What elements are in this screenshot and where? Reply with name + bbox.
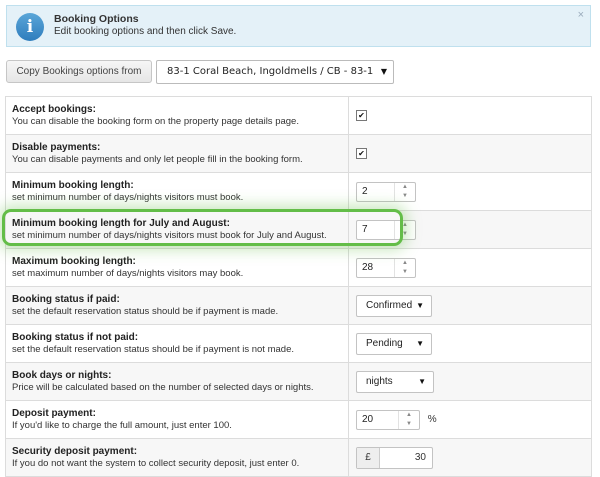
row-security-deposit: Security deposit payment: If you do not …	[5, 438, 592, 477]
max-length-stepper[interactable]: 28 ▲ ▼	[356, 257, 416, 278]
option-title: Booking status if not paid:	[12, 331, 139, 343]
row-status-if-paid: Booking status if paid: set the default …	[5, 286, 592, 325]
increment-icon[interactable]: ▲	[395, 221, 415, 230]
deposit-stepper[interactable]: 20 ▲ ▼	[356, 409, 420, 430]
property-select[interactable]: 83-1 Coral Beach, Ingoldmells / CB - 83-…	[156, 60, 394, 84]
option-description: You can disable payments and only let pe…	[12, 153, 303, 165]
decrement-icon[interactable]: ▼	[395, 230, 415, 239]
row-min-booking-length: Minimum booking length: set minimum numb…	[5, 172, 592, 211]
currency-symbol: £	[357, 447, 380, 468]
increment-icon[interactable]: ▲	[399, 411, 419, 420]
row-deposit-payment: Deposit payment: If you'd like to charge…	[5, 400, 592, 439]
increment-icon[interactable]: ▲	[395, 259, 415, 268]
option-description: If you'd like to charge the full amount,…	[12, 419, 232, 431]
security-deposit-input[interactable]: £ 30	[356, 446, 433, 469]
chevron-down-icon: ▼	[416, 338, 424, 348]
min-length-july-august-value[interactable]: 7	[357, 221, 394, 239]
chevron-down-icon: ▼	[380, 67, 387, 76]
increment-icon[interactable]: ▲	[395, 183, 415, 192]
row-min-length-july-august: Minimum booking length for July and Augu…	[5, 210, 592, 249]
row-status-if-not-paid: Booking status if not paid: set the defa…	[5, 324, 592, 363]
option-description: set maximum number of days/nights visito…	[12, 267, 244, 279]
chevron-down-icon: ▼	[416, 300, 424, 310]
option-title: Minimum booking length:	[12, 179, 134, 191]
days-or-nights-select[interactable]: nights ▼	[356, 370, 434, 393]
option-description: You can disable the booking form on the …	[12, 115, 299, 127]
option-title: Security deposit payment:	[12, 445, 138, 457]
row-disable-payments: Disable payments: You can disable paymen…	[5, 134, 592, 173]
row-max-booking-length: Maximum booking length: set maximum numb…	[5, 248, 592, 287]
status-if-paid-select[interactable]: Confirmed ▼	[356, 294, 432, 317]
min-length-july-august-stepper[interactable]: 7 ▲ ▼	[356, 219, 416, 240]
min-length-value[interactable]: 2	[357, 183, 394, 201]
security-deposit-value[interactable]: 30	[380, 448, 432, 468]
option-title: Deposit payment:	[12, 407, 96, 419]
option-description: Price will be calculated based on the nu…	[12, 381, 314, 393]
decrement-icon[interactable]: ▼	[395, 192, 415, 201]
decrement-icon[interactable]: ▼	[395, 268, 415, 277]
property-select-value: 83-1 Coral Beach, Ingoldmells / CB - 83-…	[167, 66, 374, 77]
info-banner: i Booking Options Edit booking options a…	[6, 5, 591, 47]
banner-title: Booking Options	[54, 13, 139, 25]
option-title: Accept bookings:	[12, 103, 96, 115]
option-title: Minimum booking length for July and Augu…	[12, 217, 230, 229]
percent-unit: %	[427, 414, 437, 425]
booking-options-table: Accept bookings: You can disable the boo…	[5, 96, 592, 477]
option-description: set minimum number of days/nights visito…	[12, 191, 244, 203]
close-icon[interactable]: ×	[578, 9, 584, 21]
option-description: If you do not want the system to collect…	[12, 457, 300, 469]
option-title: Disable payments:	[12, 141, 101, 153]
decrement-icon[interactable]: ▼	[399, 420, 419, 429]
banner-text: Edit booking options and then click Save…	[54, 26, 237, 37]
accept-bookings-checkbox[interactable]: ✔	[356, 110, 367, 121]
max-length-value[interactable]: 28	[357, 259, 394, 277]
disable-payments-checkbox[interactable]: ✔	[356, 148, 367, 159]
info-icon: i	[16, 13, 44, 41]
deposit-value[interactable]: 20	[357, 411, 398, 429]
option-title: Booking status if paid:	[12, 293, 120, 305]
option-description: set minimum number of days/nights visito…	[12, 229, 327, 241]
min-length-stepper[interactable]: 2 ▲ ▼	[356, 181, 416, 202]
option-title: Maximum booking length:	[12, 255, 136, 267]
days-or-nights-value: nights	[366, 375, 393, 387]
status-if-not-paid-value: Pending	[366, 337, 403, 349]
row-accept-bookings: Accept bookings: You can disable the boo…	[5, 96, 592, 135]
status-if-paid-value: Confirmed	[366, 299, 413, 311]
status-if-not-paid-select[interactable]: Pending ▼	[356, 332, 432, 355]
option-title: Book days or nights:	[12, 369, 112, 381]
copy-options-button[interactable]: Copy Bookings options from	[6, 60, 152, 83]
option-description: set the default reservation status shoul…	[12, 343, 294, 355]
chevron-down-icon: ▼	[418, 376, 426, 386]
option-description: set the default reservation status shoul…	[12, 305, 279, 317]
row-days-or-nights: Book days or nights: Price will be calcu…	[5, 362, 592, 401]
